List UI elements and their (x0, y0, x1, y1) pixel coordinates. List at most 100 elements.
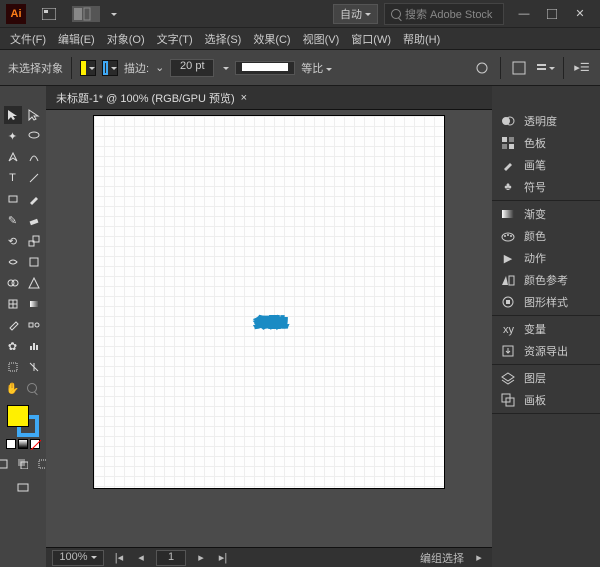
rotate-tool[interactable]: ⟲ (4, 232, 22, 250)
panel-actions[interactable]: ▶动作 (492, 247, 600, 269)
panel-label: 资源导出 (524, 343, 568, 359)
bridge-button[interactable] (38, 6, 60, 22)
arrange-caret-icon[interactable] (108, 8, 117, 20)
none-mode-button[interactable] (30, 439, 40, 449)
line-tool[interactable] (25, 169, 43, 187)
close-button[interactable]: ✕ (566, 6, 594, 22)
zoom-tool[interactable] (25, 379, 43, 397)
option-bar: 未选择对象 描边: ⌄ 20 pt 等比 ▸☰ (0, 50, 600, 86)
document-tab[interactable]: 未标题-1* @ 100% (RGB/GPU 预览) × (46, 86, 257, 110)
type-tool[interactable]: T (4, 169, 22, 187)
pencil-tool[interactable]: ✎ (4, 211, 22, 229)
artboard-tool[interactable] (4, 358, 22, 376)
mesh-tool[interactable] (4, 295, 22, 313)
arrange-docs-button[interactable] (72, 6, 100, 22)
eraser-tool[interactable] (25, 211, 43, 229)
free-transform-tool[interactable] (25, 253, 43, 271)
artboard[interactable]: 多层描边 (94, 116, 444, 488)
direct-selection-tool[interactable] (25, 106, 43, 124)
document-setup-icon[interactable] (509, 59, 529, 77)
screen-mode-button[interactable] (14, 479, 32, 497)
stock-search-input[interactable]: 搜索 Adobe Stock (384, 3, 504, 25)
panel-asset-export[interactable]: 资源导出 (492, 340, 600, 362)
panel-variables[interactable]: xy变量 (492, 318, 600, 340)
panel-symbols[interactable]: ♣符号 (492, 176, 600, 198)
selection-tool[interactable] (4, 106, 22, 124)
symbol-sprayer-tool[interactable]: ✿ (4, 337, 22, 355)
workspace-switcher[interactable]: 自动 (333, 4, 378, 24)
curvature-tool[interactable] (25, 148, 43, 166)
shape-builder-tool[interactable] (4, 274, 22, 292)
close-tab-icon[interactable]: × (241, 92, 247, 104)
minimize-button[interactable]: — (510, 6, 538, 22)
menu-view[interactable]: 视图(V) (297, 29, 346, 49)
fill-swatch[interactable] (7, 405, 29, 427)
panel-color[interactable]: 颜色 (492, 225, 600, 247)
gradient-icon (500, 207, 516, 221)
panel-graphic-styles[interactable]: 图形样式 (492, 291, 600, 313)
hand-tool[interactable]: ✋ (4, 379, 22, 397)
panel-gradient[interactable]: 渐变 (492, 203, 600, 225)
first-artboard-button[interactable]: |◂ (112, 551, 126, 565)
menu-window[interactable]: 窗口(W) (345, 29, 397, 49)
menu-effect[interactable]: 效果(C) (247, 29, 296, 49)
preferences-icon[interactable] (535, 59, 555, 77)
menu-select[interactable]: 选择(S) (199, 29, 248, 49)
panel-label: 符号 (524, 179, 546, 195)
artboard-number-input[interactable]: 1 (156, 550, 186, 566)
panel-label: 画板 (524, 392, 546, 408)
fill-color-chip[interactable] (80, 60, 96, 76)
artwork-text[interactable]: 多层描边 (255, 261, 283, 343)
brushes-icon (500, 158, 516, 172)
color-mode-button[interactable] (6, 439, 16, 449)
main-area: ✦ T ✎ ⟲ ✿ (0, 86, 600, 567)
stroke-profile-preview[interactable] (235, 61, 295, 75)
panel-menu-icon[interactable]: ▸☰ (572, 59, 592, 77)
draw-behind-button[interactable] (14, 455, 32, 473)
stroke-color-chip[interactable] (102, 60, 118, 76)
pen-tool[interactable] (4, 148, 22, 166)
menu-object[interactable]: 对象(O) (101, 29, 151, 49)
perspective-tool[interactable] (25, 274, 43, 292)
eyedropper-tool[interactable] (4, 316, 22, 334)
last-artboard-button[interactable]: ▸| (216, 551, 230, 565)
next-artboard-button[interactable]: ▸ (194, 551, 208, 565)
status-menu-button[interactable]: ▸ (472, 551, 486, 565)
document-tab-title: 未标题-1* @ 100% (RGB/GPU 预览) (56, 90, 235, 106)
menu-edit[interactable]: 编辑(E) (52, 29, 101, 49)
panel-artboards[interactable]: 画板 (492, 389, 600, 411)
zoom-input[interactable]: 100% (52, 550, 104, 566)
stroke-weight-input[interactable]: 20 pt (170, 59, 214, 77)
magic-wand-tool[interactable]: ✦ (4, 127, 22, 145)
panel-swatches[interactable]: 色板 (492, 132, 600, 154)
maximize-button[interactable] (538, 6, 566, 22)
panel-color-guide[interactable]: 颜色参考 (492, 269, 600, 291)
lasso-tool[interactable] (25, 127, 43, 145)
menu-type[interactable]: 文字(T) (151, 29, 199, 49)
scale-tool[interactable] (25, 232, 43, 250)
fill-stroke-swatch[interactable] (7, 405, 39, 437)
panel-brushes[interactable]: 画笔 (492, 154, 600, 176)
asset-export-icon (500, 344, 516, 358)
stroke-weight-caret[interactable] (220, 62, 229, 74)
menu-help[interactable]: 帮助(H) (397, 29, 446, 49)
prev-artboard-button[interactable]: ◂ (134, 551, 148, 565)
panel-transparency[interactable]: 透明度 (492, 110, 600, 132)
opacity-icon[interactable] (472, 59, 492, 77)
gradient-tool[interactable] (25, 295, 43, 313)
slice-tool[interactable] (25, 358, 43, 376)
draw-normal-button[interactable] (0, 455, 12, 473)
width-tool[interactable] (4, 253, 22, 271)
graph-tool[interactable] (25, 337, 43, 355)
panel-layers[interactable]: 图层 (492, 367, 600, 389)
menu-file[interactable]: 文件(F) (4, 29, 52, 49)
gradient-mode-button[interactable] (18, 439, 28, 449)
canvas[interactable]: 多层描边 (46, 110, 492, 547)
panel-label: 图形样式 (524, 294, 568, 310)
stroke-stepper-down-icon[interactable]: ⌄ (155, 61, 164, 74)
stroke-profile-dropdown[interactable]: 等比 (301, 60, 332, 76)
paintbrush-tool[interactable] (25, 190, 43, 208)
transparency-icon (500, 114, 516, 128)
rectangle-tool[interactable] (4, 190, 22, 208)
blend-tool[interactable] (25, 316, 43, 334)
